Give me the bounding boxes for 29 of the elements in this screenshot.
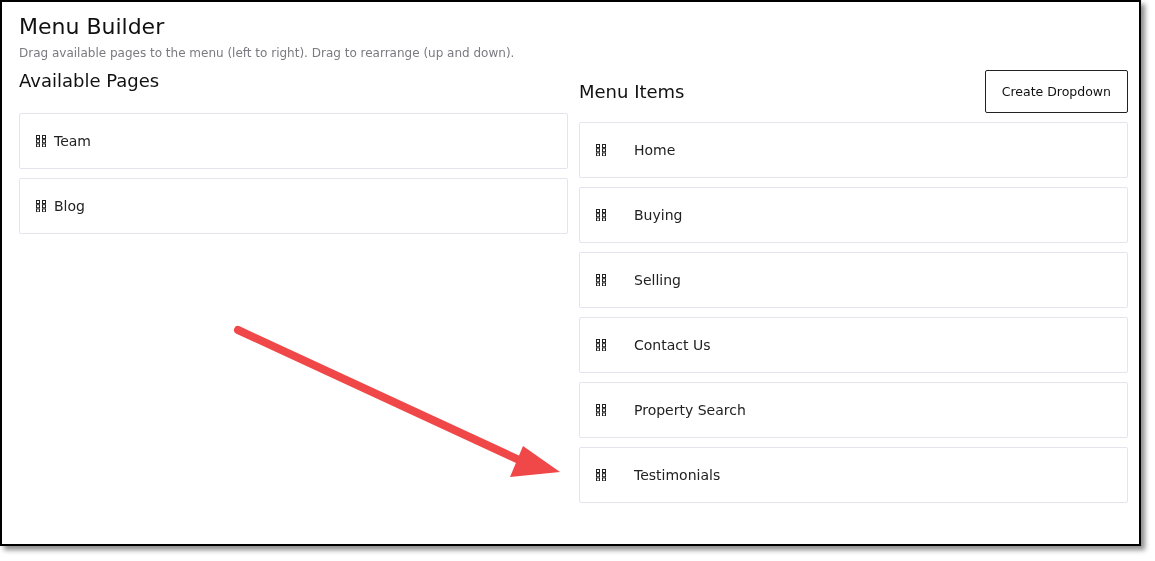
menu-item-name: Selling — [634, 272, 681, 288]
section-heading: Available Pages — [19, 70, 160, 91]
section-heading: Menu Items — [579, 81, 685, 102]
page-title: Menu Builder — [19, 13, 166, 41]
menu-item[interactable]: Home — [579, 122, 1128, 178]
menu-item-name: Testimonials — [634, 467, 721, 483]
page-name: Team — [54, 133, 91, 149]
drag-handle-icon[interactable] — [596, 469, 606, 481]
drag-handle-icon[interactable] — [596, 209, 606, 221]
drag-handle-icon[interactable] — [596, 404, 606, 416]
menu-item[interactable]: Selling — [579, 252, 1128, 308]
menu-item-name: Home — [634, 142, 676, 158]
menu-item-name: Property Search — [634, 402, 746, 418]
menu-item[interactable]: Testimonials — [579, 447, 1128, 503]
menu-item[interactable]: Contact Us — [579, 317, 1128, 373]
drag-handle-icon[interactable] — [36, 200, 46, 212]
drag-handle-icon[interactable] — [596, 144, 606, 156]
menu-item[interactable]: Buying — [579, 187, 1128, 243]
page-name: Blog — [54, 198, 85, 214]
menu-item[interactable]: Property Search — [579, 382, 1128, 438]
menu-item-name: Buying — [634, 207, 683, 223]
drag-handle-icon[interactable] — [596, 274, 606, 286]
menu-item-name: Contact Us — [634, 337, 711, 353]
drag-handle-icon[interactable] — [596, 339, 606, 351]
page-item[interactable]: Blog — [19, 178, 568, 234]
create-dropdown-button[interactable]: Create Dropdown — [984, 70, 1128, 113]
page-item[interactable]: Team — [19, 113, 568, 169]
drag-handle-icon[interactable] — [36, 135, 46, 147]
page-description: Drag available pages to the menu (left to right). Drag to rearrange (up and down). — [19, 46, 516, 60]
